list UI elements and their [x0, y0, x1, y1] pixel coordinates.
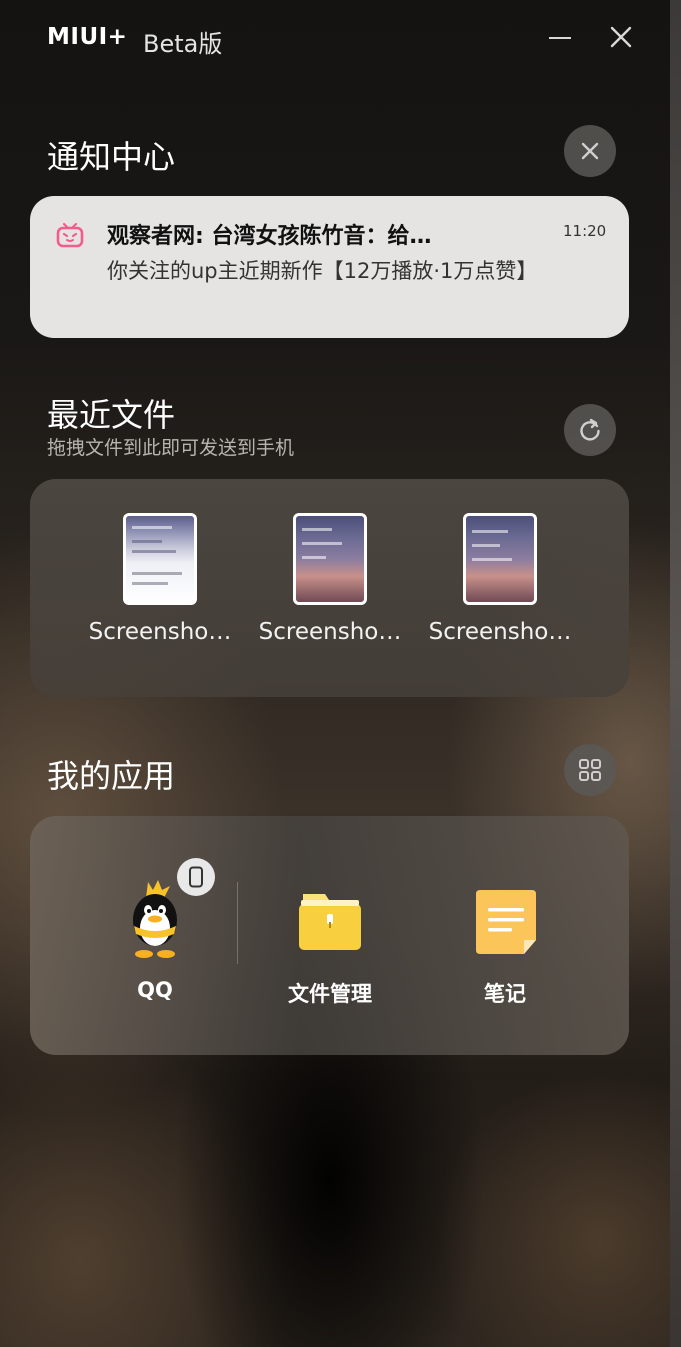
refresh-button[interactable] [564, 404, 616, 456]
app-name: QQ [137, 978, 173, 1002]
phone-badge [177, 858, 215, 896]
refresh-icon [580, 418, 600, 441]
file-name: Screensho… [88, 619, 232, 645]
app-name: 笔记 [484, 982, 526, 1006]
notification-center-title: 通知中心 [47, 138, 176, 176]
notification-title: 观察者网: 台湾女孩陈竹音：给… [107, 224, 432, 249]
title-bar: MIUI+ Beta版 [0, 0, 670, 78]
file-name: Screensho… [258, 619, 402, 645]
file-item[interactable]: Screensho… [75, 513, 245, 645]
notification-card[interactable]: 观察者网: 台湾女孩陈竹音：给… 11:20 你关注的up主近期新作【12万播放… [30, 196, 629, 338]
app-notes[interactable]: 笔记 [440, 882, 570, 1006]
window-edge [670, 0, 681, 1347]
close-icon [610, 26, 632, 48]
file-name: Screensho… [428, 619, 572, 645]
close-window-button[interactable] [604, 22, 636, 54]
bilibili-icon [56, 222, 84, 248]
app-name: 文件管理 [288, 982, 372, 1006]
screenshot-thumbnail [463, 513, 537, 605]
recent-files-title: 最近文件 [47, 396, 176, 434]
grid-icon [579, 759, 601, 781]
clear-notifications-button[interactable] [564, 125, 616, 177]
divider [237, 882, 238, 964]
file-item[interactable]: Screensho… [415, 513, 585, 645]
folder-icon [299, 894, 361, 950]
app-file-manager[interactable]: 文件管理 [265, 882, 395, 1006]
my-apps-title: 我的应用 [47, 757, 176, 795]
minimize-button[interactable] [543, 22, 575, 54]
close-icon [581, 142, 599, 160]
brand-name: MIUI+ [47, 24, 128, 50]
my-apps-panel: QQ 文件管理 笔记 [30, 816, 629, 1055]
notification-time: 11:20 [563, 222, 607, 240]
notification-body: 你关注的up主近期新作【12万播放·1万点赞】 [107, 259, 538, 283]
recent-files-panel[interactable]: Screensho… Screensho… Screensho… [30, 479, 629, 697]
notes-icon [476, 890, 536, 954]
screenshot-thumbnail [123, 513, 197, 605]
beta-label: Beta版 [143, 30, 223, 58]
app-qq[interactable]: QQ [90, 858, 220, 1002]
recent-files-subtitle: 拖拽文件到此即可发送到手机 [47, 437, 295, 459]
file-item[interactable]: Screensho… [245, 513, 415, 645]
qq-penguin-icon [133, 880, 177, 958]
all-apps-button[interactable] [564, 744, 616, 796]
screenshot-thumbnail [293, 513, 367, 605]
phone-icon [189, 866, 203, 888]
